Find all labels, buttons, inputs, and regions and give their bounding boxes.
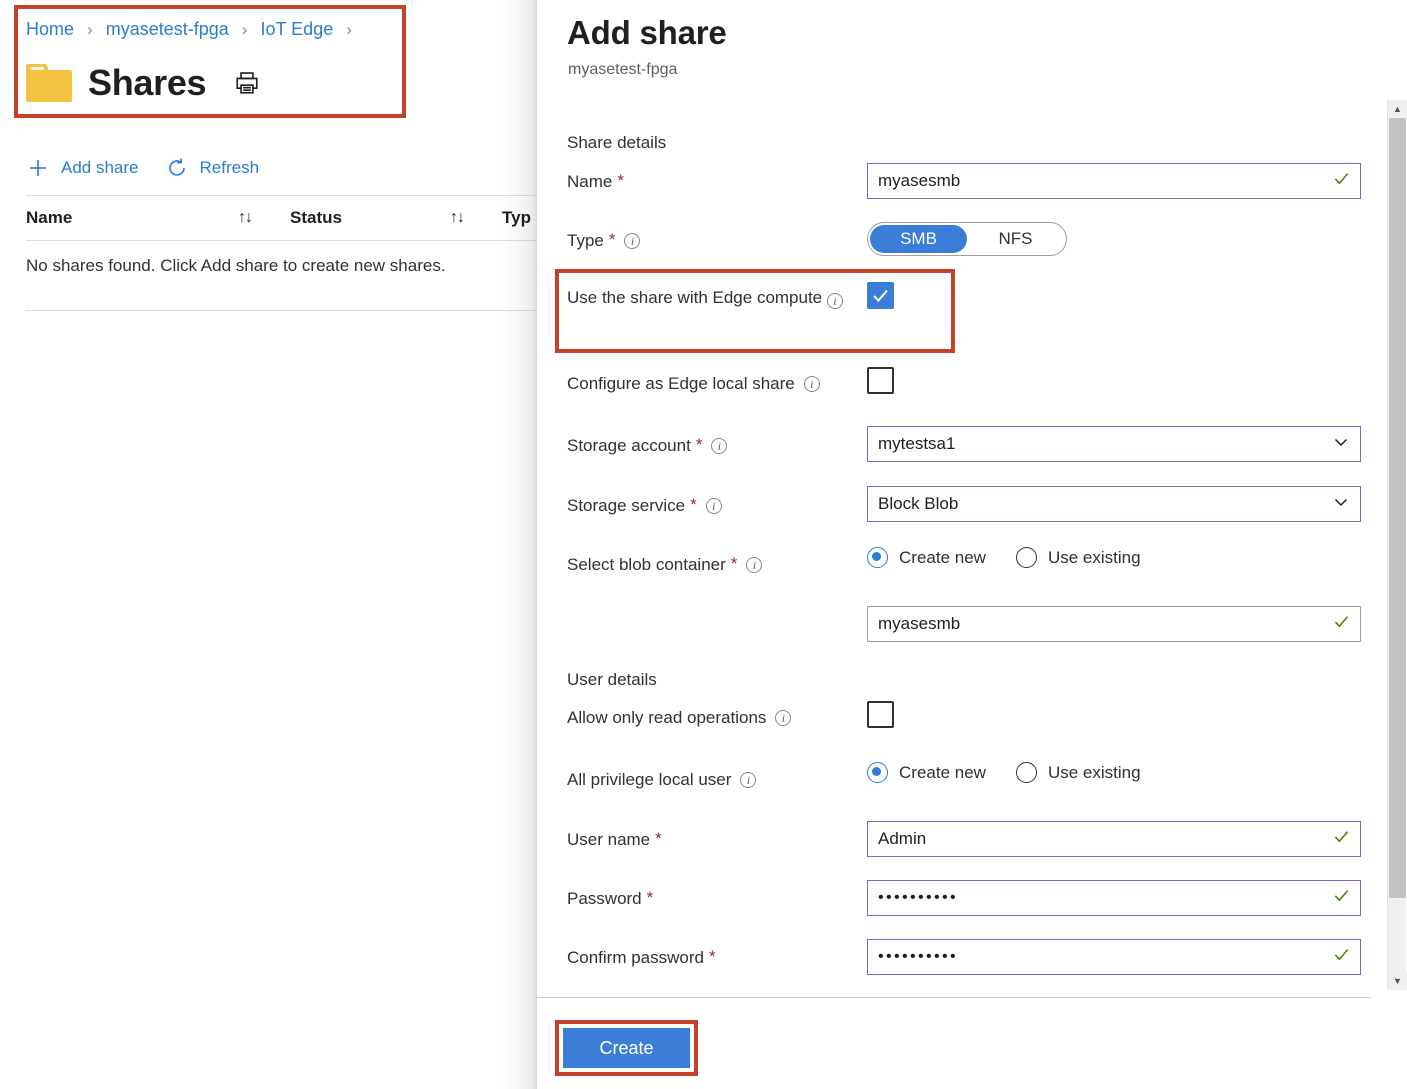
panel-subtitle: myasetest-fpga (568, 61, 677, 79)
scrollbar-down-arrow[interactable]: ▼ (1388, 972, 1407, 990)
breadcrumb-item-iot-edge[interactable]: IoT Edge (260, 19, 333, 39)
breadcrumb-item-device[interactable]: myasetest-fpga (106, 19, 229, 39)
blob-container-radio-create-new[interactable]: Create new (867, 547, 986, 568)
refresh-icon (165, 156, 189, 180)
info-icon[interactable]: i (624, 233, 640, 249)
storage-service-dropdown[interactable]: Block Blob (867, 486, 1361, 522)
chevron-down-icon (1332, 433, 1350, 456)
panel-shadow (500, 0, 536, 1089)
scrollbar-thumb[interactable] (1389, 118, 1406, 898)
breadcrumb: Home › myasetest-fpga › IoT Edge › (26, 17, 360, 42)
panel-header: Add share myasetest-fpga (537, 0, 1407, 100)
field-label-edge-local-share: Configure as Edge local share i (567, 374, 820, 394)
info-icon[interactable]: i (746, 557, 762, 573)
grid-empty-message: No shares found. Click Add share to crea… (26, 241, 536, 291)
sort-icon-name[interactable]: ↑↓ (238, 209, 290, 227)
type-toggle[interactable]: SMB NFS (867, 222, 1067, 256)
screen: Home › myasetest-fpga › IoT Edge › Share… (0, 0, 1407, 1089)
grid-divider (26, 310, 536, 311)
breadcrumb-separator-trailing: › (346, 20, 352, 39)
print-icon[interactable] (234, 70, 260, 96)
field-label-user-name: User name * (567, 830, 662, 850)
user-name-input[interactable]: Admin (867, 821, 1361, 857)
section-heading-user-details: User details (567, 670, 657, 690)
panel-scrollbar[interactable]: ▲ ▼ (1387, 100, 1406, 990)
blob-container-name-input[interactable]: myasesmb (867, 606, 1361, 642)
type-option-smb[interactable]: SMB (870, 225, 967, 253)
breadcrumb-separator: › (242, 20, 248, 39)
field-label-blob-container: Select blob container * i (567, 555, 762, 575)
blob-container-radio-group: Create new Use existing (867, 547, 1141, 568)
refresh-label: Refresh (200, 158, 260, 178)
field-label-allow-read-only: Allow only read operations i (567, 708, 791, 728)
field-label-privilege-user: All privilege local user i (567, 770, 756, 790)
info-icon[interactable]: i (706, 498, 722, 514)
page-title-row: Shares (26, 55, 260, 111)
confirm-password-input[interactable]: •••••••••• (867, 939, 1361, 975)
privilege-user-radio-group: Create new Use existing (867, 762, 1141, 783)
info-icon[interactable]: i (775, 710, 791, 726)
check-icon (1333, 946, 1350, 968)
check-icon (1333, 170, 1350, 192)
grid-header: Name ↑↓ Status ↑↓ Typ (26, 196, 536, 240)
check-icon (1333, 828, 1350, 850)
breadcrumb-separator: › (87, 20, 93, 39)
panel-title: Add share (567, 14, 727, 52)
share-form: Share details Name * myasesmb Type * i S… (537, 100, 1371, 997)
allow-read-only-checkbox[interactable] (867, 701, 894, 728)
chevron-down-icon (1332, 493, 1350, 516)
info-icon[interactable]: i (827, 293, 843, 309)
radio-indicator (867, 547, 888, 568)
field-label-password: Password * (567, 889, 653, 909)
field-label-storage-service: Storage service * i (567, 496, 722, 516)
add-share-panel: Add share myasetest-fpga Share details N… (536, 0, 1407, 1089)
field-label-name: Name * (567, 172, 624, 192)
column-header-status[interactable]: Status (290, 208, 450, 228)
info-icon[interactable]: i (711, 438, 727, 454)
field-label-storage-account: Storage account * i (567, 436, 727, 456)
info-icon[interactable]: i (804, 376, 820, 392)
folder-icon (26, 64, 72, 102)
blade-toolbar: Add share Refresh (26, 148, 259, 188)
privilege-user-radio-create-new[interactable]: Create new (867, 762, 986, 783)
use-edge-compute-checkbox[interactable] (867, 282, 894, 309)
radio-indicator (1016, 762, 1037, 783)
column-header-name[interactable]: Name (26, 208, 238, 228)
info-icon[interactable]: i (740, 772, 756, 788)
create-button[interactable]: Create (563, 1028, 690, 1068)
password-input[interactable]: •••••••••• (867, 880, 1361, 916)
edge-local-share-checkbox[interactable] (867, 367, 894, 394)
shares-blade: Home › myasetest-fpga › IoT Edge › Share… (0, 0, 536, 1089)
sort-icon-status[interactable]: ↑↓ (450, 209, 502, 227)
plus-icon (26, 156, 50, 180)
field-label-type: Type * i (567, 231, 640, 251)
check-icon (1333, 613, 1350, 635)
blob-container-radio-use-existing[interactable]: Use existing (1016, 547, 1141, 568)
section-heading-share-details: Share details (567, 133, 666, 153)
name-input[interactable]: myasesmb (867, 163, 1361, 199)
field-label-use-edge-compute: Use the share with Edge compute i (567, 288, 843, 308)
radio-indicator (1016, 547, 1037, 568)
refresh-button[interactable]: Refresh (165, 156, 260, 180)
radio-indicator (867, 762, 888, 783)
page-title: Shares (88, 63, 206, 103)
breadcrumb-item-home[interactable]: Home (26, 19, 74, 39)
field-label-confirm-password: Confirm password * (567, 948, 716, 968)
storage-account-dropdown[interactable]: mytestsa1 (867, 426, 1361, 462)
check-icon (1333, 887, 1350, 909)
add-share-label: Add share (61, 158, 139, 178)
privilege-user-radio-use-existing[interactable]: Use existing (1016, 762, 1141, 783)
add-share-button[interactable]: Add share (26, 156, 139, 180)
type-option-nfs[interactable]: NFS (967, 225, 1064, 253)
scrollbar-up-arrow[interactable]: ▲ (1388, 100, 1407, 118)
